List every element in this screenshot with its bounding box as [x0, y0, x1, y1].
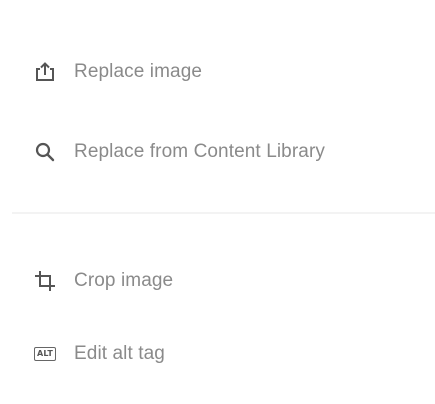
upload-icon: [30, 60, 60, 84]
replace-from-library-item[interactable]: Replace from Content Library: [30, 132, 325, 172]
crop-image-label: Crop image: [74, 270, 174, 291]
alt-badge: ALT: [33, 347, 57, 361]
replace-image-item[interactable]: Replace image: [30, 52, 202, 92]
menu-divider: [12, 212, 435, 214]
replace-image-label: Replace image: [74, 61, 203, 82]
crop-image-item[interactable]: Crop image: [30, 261, 173, 301]
replace-from-library-label: Replace from Content Library: [74, 141, 325, 162]
search-icon: [30, 140, 60, 164]
alt-tag-icon: ALT: [30, 342, 60, 366]
edit-alt-tag-label: Edit alt tag: [74, 343, 165, 364]
edit-alt-tag-item[interactable]: ALT Edit alt tag: [30, 334, 165, 374]
crop-icon: [30, 269, 60, 293]
image-options-menu: Replace image Replace from Content Libra…: [0, 0, 435, 404]
